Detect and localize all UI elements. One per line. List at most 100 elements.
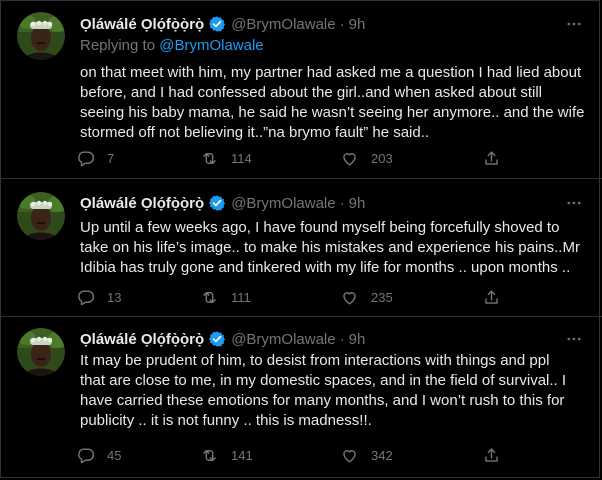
verified-badge-icon xyxy=(208,15,226,33)
more-horizontal-icon xyxy=(567,201,581,205)
avatar[interactable] xyxy=(17,328,65,376)
share-upload-icon-wrap xyxy=(482,288,501,307)
more-options-button[interactable] xyxy=(564,14,584,34)
replying-to: Replying to @BrymOlawale xyxy=(80,37,264,54)
retweet-count: 141 xyxy=(231,448,253,463)
tweet-header: Ọláwálé Ọlọ́fọ̀ọ̀rọ̀ @BrymOlawale · 9h xyxy=(80,14,365,34)
heart-icon xyxy=(343,450,356,463)
tweet-text-line: It may be prudent of him, to desist from… xyxy=(80,352,550,369)
tweet-text-line: on that meet with him, my partner had as… xyxy=(80,64,582,81)
share-upload-icon xyxy=(485,290,498,304)
share-upload-icon-wrap xyxy=(482,149,501,168)
retweet-button[interactable]: 141 xyxy=(200,446,253,465)
tweet-actions: 7 114 203 xyxy=(76,149,506,169)
author-name[interactable]: Ọláwálé Ọlọ́fọ̀ọ̀rọ̀ xyxy=(80,331,204,348)
retweet-icon-wrap xyxy=(200,446,219,465)
tweet-text: on that meet with him, my partner had as… xyxy=(80,63,590,143)
reply-bubble-icon-wrap xyxy=(76,149,95,168)
avatar-image xyxy=(17,328,65,376)
more-horizontal-icon xyxy=(567,22,581,26)
separator-dot: · xyxy=(339,330,345,348)
retweet-count: 111 xyxy=(231,290,251,305)
tweet[interactable]: Ọláwálé Ọlọ́fọ̀ọ̀rọ̀ @BrymOlawale · 9h U… xyxy=(0,178,602,317)
heart-icon xyxy=(343,153,356,166)
timestamp[interactable]: 9h xyxy=(349,331,366,348)
tweet-text: It may be prudent of him, to desist from… xyxy=(80,351,590,431)
retweet-icon-wrap xyxy=(200,288,219,307)
avatar-image xyxy=(17,192,65,240)
avatar[interactable] xyxy=(17,12,65,60)
tweet[interactable]: Ọláwálé Ọlọ́fọ̀ọ̀rọ̀ @BrymOlawale · 9h R… xyxy=(0,0,602,178)
share-upload-icon-wrap xyxy=(482,446,501,465)
like-count: 342 xyxy=(371,448,393,463)
tweet-text-line: stormed off not believing it..”na brymo … xyxy=(80,124,430,141)
reply-bubble-icon-wrap xyxy=(76,288,95,307)
share-button[interactable] xyxy=(482,149,501,168)
retweet-button[interactable]: 111 xyxy=(200,288,251,307)
tweet-text-line: Up until a few weeks ago, I have found m… xyxy=(80,219,560,236)
tweet-text: Up until a few weeks ago, I have found m… xyxy=(80,218,590,278)
tweet-actions: 13 111 235 xyxy=(76,288,506,308)
author-handle[interactable]: @BrymOlawale xyxy=(231,331,335,348)
tweet-text-line: publicity .. it is not funny .. this is … xyxy=(80,412,372,429)
retweet-count: 114 xyxy=(231,151,252,166)
retweet-icon xyxy=(203,292,216,303)
share-button[interactable] xyxy=(482,446,501,465)
separator-dot: · xyxy=(339,194,345,212)
verified-badge-shape xyxy=(209,16,226,32)
like-button[interactable]: 342 xyxy=(340,446,393,465)
tweet-header: Ọláwálé Ọlọ́fọ̀ọ̀rọ̀ @BrymOlawale · 9h xyxy=(80,329,365,349)
share-upload-icon xyxy=(485,151,498,165)
replying-to-mention[interactable]: @BrymOlawale xyxy=(159,37,263,54)
more-options-button[interactable] xyxy=(564,329,584,349)
retweet-icon-wrap xyxy=(200,149,219,168)
author-name[interactable]: Ọláwálé Ọlọ́fọ̀ọ̀rọ̀ xyxy=(80,16,204,33)
tweet-text-line: seeing his baby mama, he said he wasn’t … xyxy=(80,104,585,121)
author-handle[interactable]: @BrymOlawale xyxy=(231,195,335,212)
tweet-actions: 45 141 342 xyxy=(76,446,506,466)
heart-icon-wrap xyxy=(340,446,359,465)
verified-badge-icon xyxy=(208,194,226,212)
tweet[interactable]: Ọláwálé Ọlọ́fọ̀ọ̀rọ̀ @BrymOlawale · 9h I… xyxy=(0,316,602,479)
reply-button[interactable]: 7 xyxy=(76,149,114,168)
heart-icon xyxy=(343,292,356,305)
more-horizontal-icon xyxy=(567,337,581,341)
reply-count: 45 xyxy=(107,448,122,463)
verified-badge-shape xyxy=(209,331,226,347)
tweet-text-line: have carried these emotions for many mon… xyxy=(80,392,565,409)
avatar[interactable] xyxy=(17,192,65,240)
reply-button[interactable]: 13 xyxy=(76,288,121,307)
like-count: 235 xyxy=(371,290,393,305)
share-button[interactable] xyxy=(482,288,501,307)
retweet-button[interactable]: 114 xyxy=(200,149,252,168)
tweet-header: Ọláwálé Ọlọ́fọ̀ọ̀rọ̀ @BrymOlawale · 9h xyxy=(80,193,365,213)
replying-prefix: Replying to xyxy=(80,37,160,54)
reply-bubble-icon xyxy=(78,290,95,306)
tweet-text-line: Idibia has truly gone and tinkered with … xyxy=(80,259,571,276)
reply-bubble-icon xyxy=(78,448,95,464)
verified-badge-icon xyxy=(208,330,226,348)
like-button[interactable]: 235 xyxy=(340,288,393,307)
reply-bubble-icon xyxy=(78,151,95,167)
author-handle[interactable]: @BrymOlawale xyxy=(231,16,335,33)
separator-dot: · xyxy=(339,15,345,33)
author-name[interactable]: Ọláwálé Ọlọ́fọ̀ọ̀rọ̀ xyxy=(80,195,204,212)
retweet-icon xyxy=(203,153,216,164)
tweet-text-line: before, and I had confessed about the gi… xyxy=(80,84,542,101)
more-options-button[interactable] xyxy=(564,193,584,213)
reply-button[interactable]: 45 xyxy=(76,446,121,465)
avatar-image xyxy=(17,12,65,60)
like-button[interactable]: 203 xyxy=(340,149,393,168)
tweet-text-line: take on his life’s image.. to make his m… xyxy=(80,239,580,256)
heart-icon-wrap xyxy=(340,288,359,307)
retweet-icon xyxy=(203,450,216,461)
heart-icon-wrap xyxy=(340,149,359,168)
tweet-text-line: that are close to me, in my domestic spa… xyxy=(80,372,567,389)
timestamp[interactable]: 9h xyxy=(349,195,366,212)
reply-count: 7 xyxy=(107,151,115,166)
share-upload-icon xyxy=(485,448,498,462)
timestamp[interactable]: 9h xyxy=(349,16,366,33)
verified-badge-shape xyxy=(209,195,226,211)
reply-bubble-icon-wrap xyxy=(76,446,95,465)
reply-count: 13 xyxy=(107,290,122,305)
